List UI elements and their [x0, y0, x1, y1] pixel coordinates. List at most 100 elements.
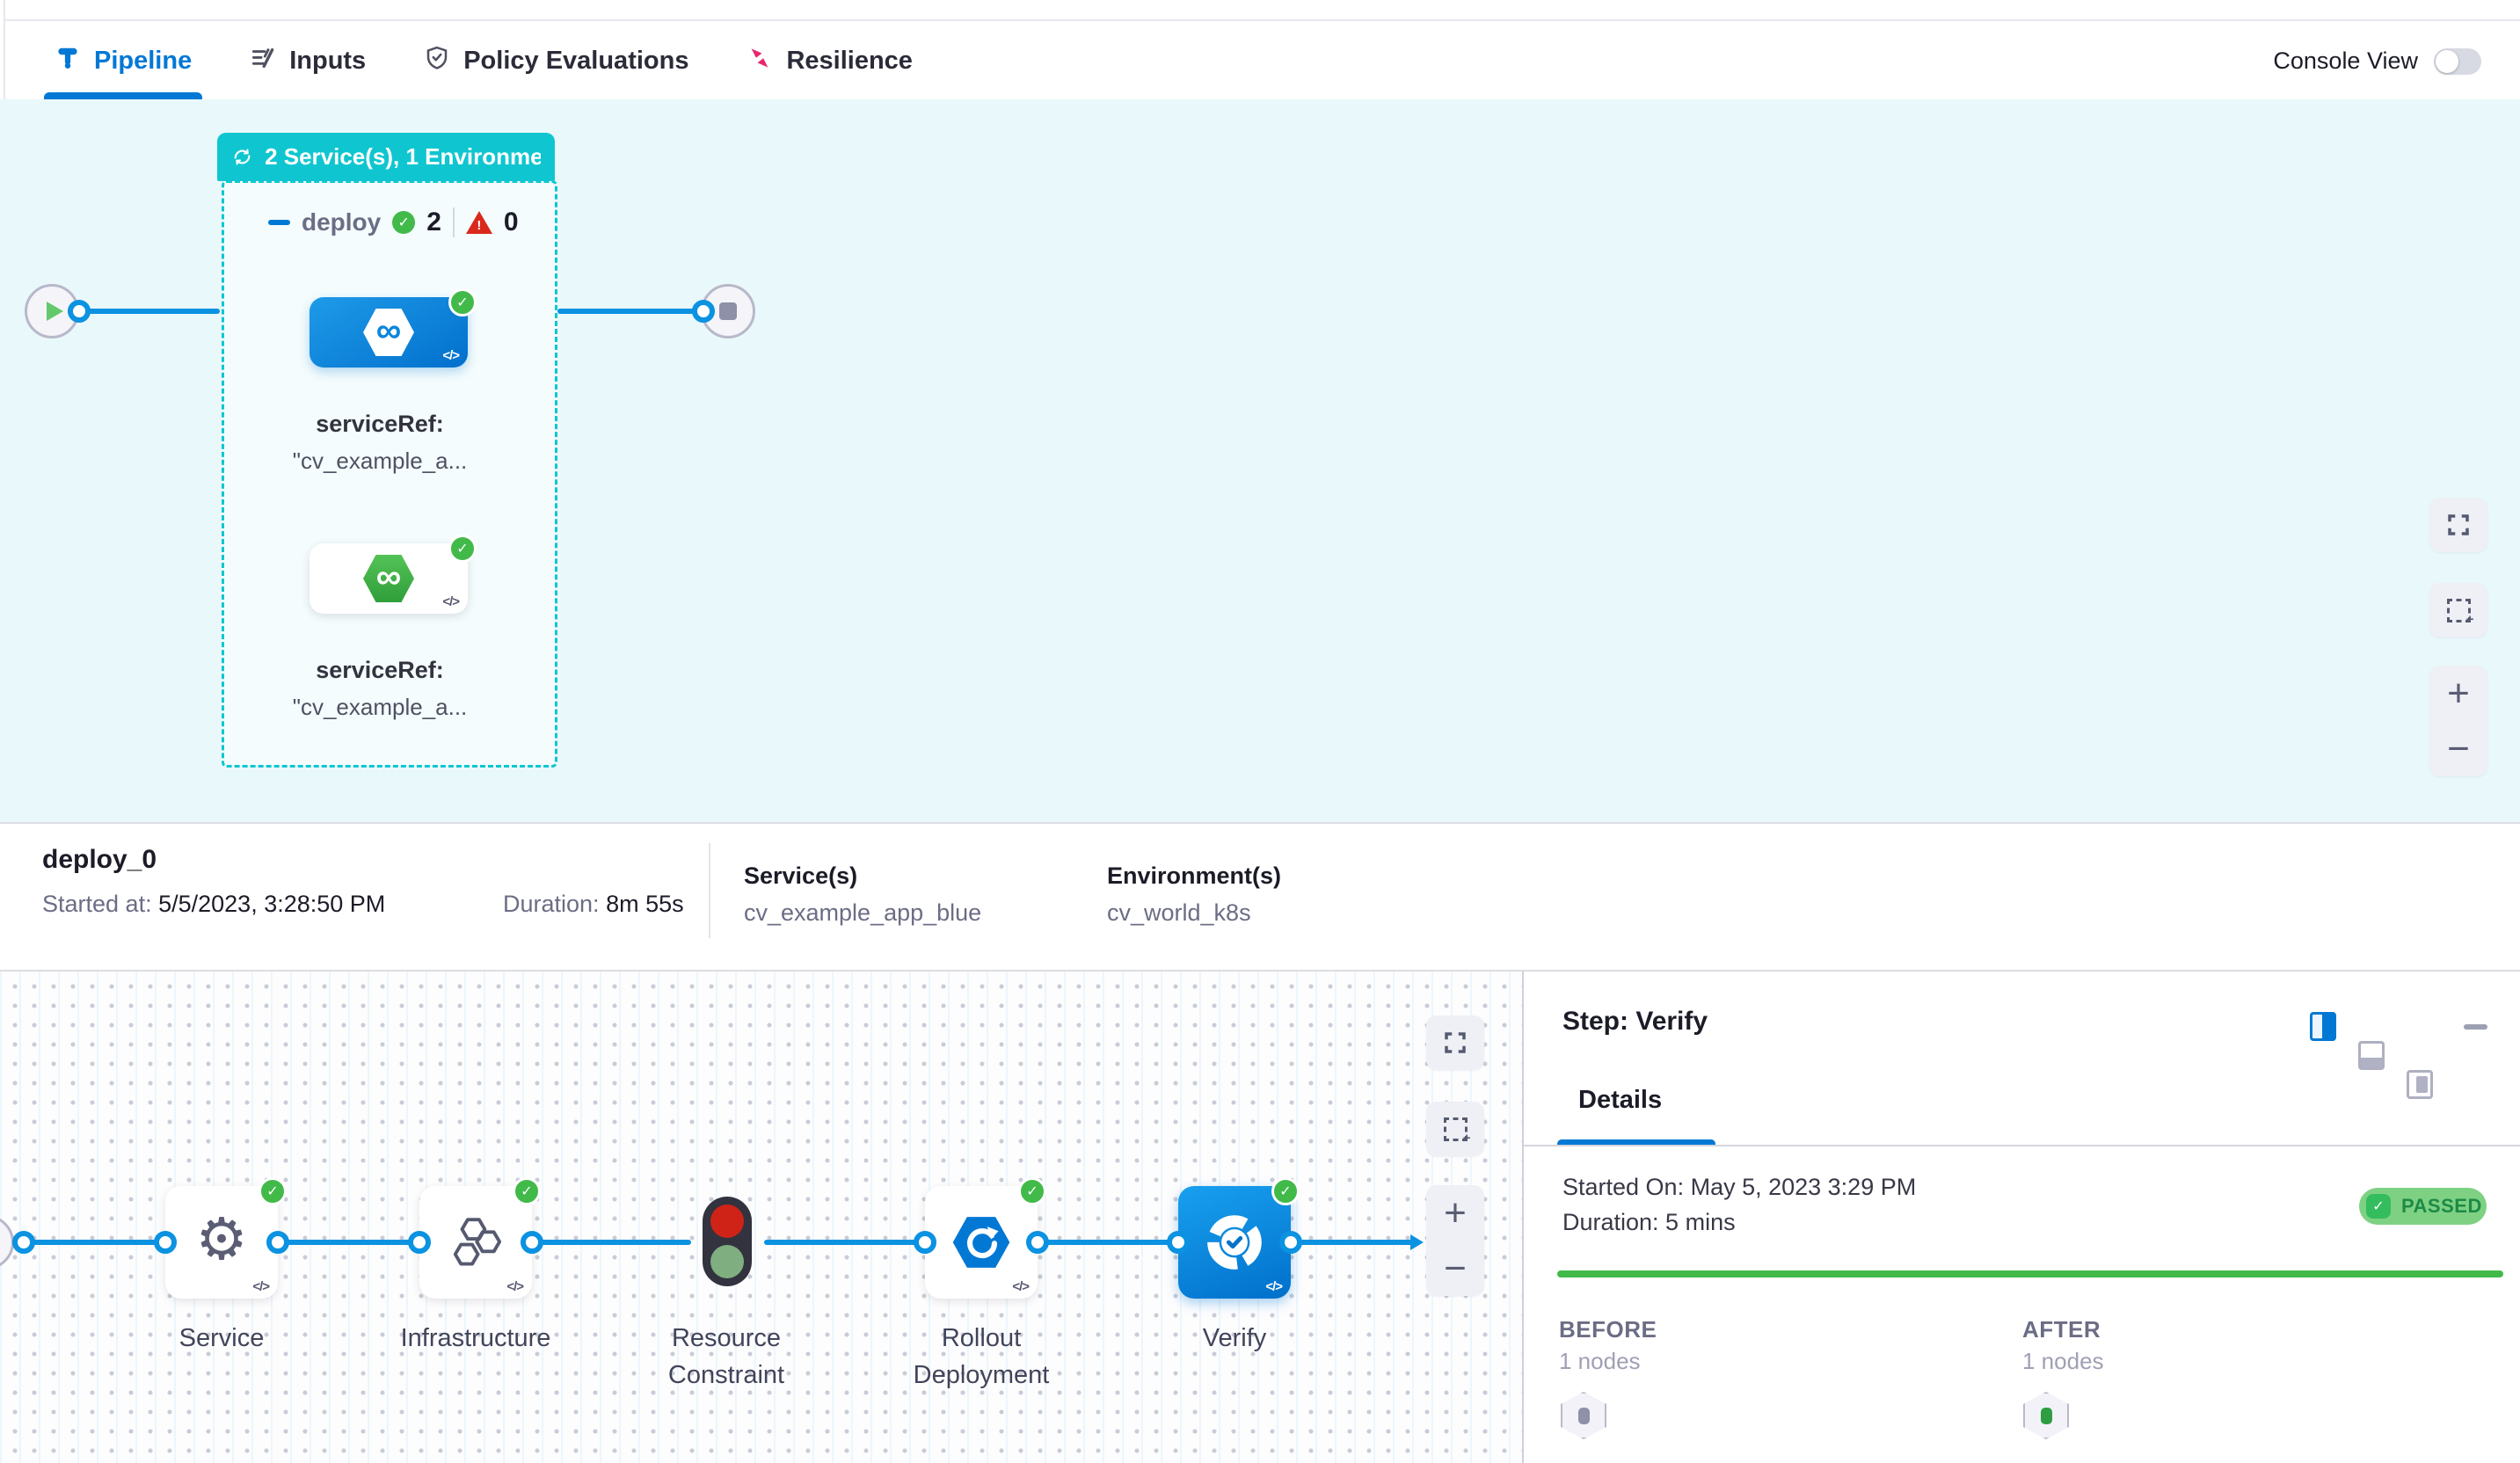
- panel-divider[interactable]: [1522, 972, 1524, 1463]
- divider: [1524, 1145, 2520, 1146]
- minimize-panel-button[interactable]: [2464, 1024, 2487, 1030]
- before-header: BEFORE: [1559, 1316, 1657, 1343]
- success-badge-icon: ✓: [448, 288, 477, 317]
- started-at: Started at: 5/5/2023, 3:28:50 PM: [42, 891, 385, 918]
- connector-line: [79, 309, 220, 314]
- tab-details[interactable]: Details: [1578, 1086, 1662, 1115]
- step-rollout-deployment[interactable]: </> ✓: [925, 1186, 1038, 1299]
- traffic-light-red: [710, 1205, 744, 1238]
- step-details-panel: Step: Verify Details Started On: May 5, …: [1524, 972, 2520, 1463]
- connector-point: [266, 1231, 289, 1254]
- fit-to-screen-button[interactable]: [1426, 1015, 1484, 1070]
- services-header: Service(s): [744, 863, 857, 890]
- layout-fill: [2361, 1058, 2382, 1067]
- shield-check-icon: [424, 45, 450, 78]
- connector-line: [532, 1240, 691, 1245]
- marquee-select-button[interactable]: +: [2429, 583, 2487, 637]
- connector-point: [1167, 1231, 1190, 1254]
- run-name: deploy_0: [42, 845, 157, 875]
- infinity-glyph: ∞: [376, 559, 402, 594]
- step-started-on: Started On: May 5, 2023 3:29 PM: [1562, 1174, 1916, 1201]
- services-value: cv_example_app_blue: [744, 899, 981, 927]
- connector-point: [521, 1231, 543, 1254]
- progress-bar: [1557, 1270, 2503, 1277]
- service-ref-key: serviceRef:: [266, 405, 494, 442]
- step-label: Verify: [1147, 1320, 1322, 1357]
- collapse-stage-icon[interactable]: [268, 220, 290, 225]
- started-at-label: Started at:: [42, 891, 152, 917]
- step-infrastructure[interactable]: </> ✓: [419, 1186, 532, 1299]
- success-badge-icon: ✓: [1271, 1177, 1300, 1205]
- layout-floating-pane-button[interactable]: [2407, 1070, 2433, 1099]
- tab-pipeline[interactable]: Pipeline: [55, 23, 192, 99]
- resilience-icon: [747, 45, 773, 78]
- execution-graph-canvas[interactable]: ⚙ </> ✓ Service </> ✓ Infrastructure Res…: [0, 972, 1522, 1463]
- tab-label: Inputs: [289, 47, 366, 76]
- stage-group-label: 2 Service(s), 1 Environme...: [265, 143, 541, 171]
- tab-resilience[interactable]: Resilience: [747, 23, 912, 99]
- after-node-hexagon[interactable]: [2023, 1392, 2069, 1439]
- step-resource-constraint[interactable]: [703, 1197, 752, 1286]
- step-panel-title: Step: Verify: [1562, 1007, 1708, 1037]
- connector-point: [12, 1231, 35, 1254]
- environments-header: Environment(s): [1107, 863, 1281, 890]
- service-node-2[interactable]: ∞ </> ✓: [310, 543, 468, 614]
- tab-policy-evaluations[interactable]: Policy Evaluations: [424, 23, 688, 99]
- failure-count: 0: [504, 207, 519, 237]
- code-icon: </>: [506, 1279, 523, 1294]
- zoom-out-button[interactable]: −: [1426, 1241, 1484, 1296]
- harness-hexagon-icon: ∞: [363, 555, 414, 602]
- marquee-select-button[interactable]: +: [1426, 1102, 1484, 1156]
- warning-exclamation: !: [466, 218, 492, 233]
- traffic-light-green: [710, 1245, 744, 1278]
- layout-bottom-pane-button[interactable]: [2358, 1041, 2385, 1070]
- status-label: PASSED: [2401, 1195, 2482, 1218]
- zoom-in-button[interactable]: +: [2429, 666, 2487, 721]
- top-strip: [0, 0, 2520, 21]
- fullscreen-icon: [2445, 512, 2472, 538]
- zoom-in-button[interactable]: +: [1426, 1185, 1484, 1241]
- stage-graph-canvas[interactable]: 2 Service(s), 1 Environme... deploy ✓ 2 …: [0, 99, 2520, 822]
- step-service[interactable]: ⚙ </> ✓: [165, 1186, 278, 1299]
- success-badge-icon: ✓: [513, 1177, 541, 1205]
- service-node-2-label: serviceRef: "cv_example_a...: [266, 651, 494, 725]
- status-badge: ✓ PASSED: [2359, 1188, 2487, 1225]
- service-node-1-label: serviceRef: "cv_example_a...: [266, 405, 494, 479]
- code-icon: </>: [1265, 1279, 1282, 1294]
- connector-line: [278, 1240, 419, 1245]
- layout-fill: [2322, 1015, 2334, 1038]
- tab-label: Resilience: [786, 47, 912, 76]
- step-label: Resource Constraint: [630, 1320, 823, 1394]
- service-node-1[interactable]: ∞ </> ✓: [310, 297, 468, 368]
- tab-inputs[interactable]: Inputs: [250, 23, 366, 99]
- environments-value: cv_world_k8s: [1107, 899, 1251, 927]
- node-status-dot: [2041, 1408, 2052, 1424]
- toggle-knob: [2436, 50, 2458, 73]
- fit-to-screen-button[interactable]: [2429, 498, 2487, 552]
- console-view-label: Console View: [2273, 47, 2418, 75]
- step-verify[interactable]: </> ✓: [1178, 1186, 1291, 1299]
- zoom-controls: + −: [2429, 666, 2487, 776]
- step-label: Rollout Deployment: [880, 1320, 1082, 1394]
- tab-bar: Pipeline Inputs Policy Evaluations Resil…: [0, 23, 2520, 99]
- connector-line: [1291, 1240, 1414, 1245]
- connector-line: [24, 1240, 165, 1245]
- duration-value: 8m 55s: [606, 891, 684, 917]
- success-badge-icon: ✓: [1018, 1177, 1046, 1205]
- before-node-hexagon[interactable]: [1561, 1392, 1606, 1439]
- console-view-toggle[interactable]: [2434, 48, 2481, 75]
- success-badge-icon: ✓: [448, 535, 477, 563]
- marquee-plus-glyph: +: [2466, 612, 2474, 627]
- step-duration: Duration: 5 mins: [1562, 1209, 1736, 1236]
- success-badge-icon: ✓: [259, 1177, 287, 1205]
- code-icon: </>: [442, 594, 459, 609]
- layout-right-pane-button[interactable]: [2310, 1012, 2336, 1041]
- zoom-out-button[interactable]: −: [2429, 721, 2487, 776]
- stage-group-badge[interactable]: 2 Service(s), 1 Environme...: [217, 133, 555, 181]
- connector-point: [408, 1231, 431, 1254]
- code-icon: </>: [252, 1279, 269, 1294]
- connector-line: [1038, 1240, 1178, 1245]
- connector-point: [68, 300, 91, 323]
- code-icon: </>: [442, 348, 459, 363]
- stop-icon: [719, 302, 737, 320]
